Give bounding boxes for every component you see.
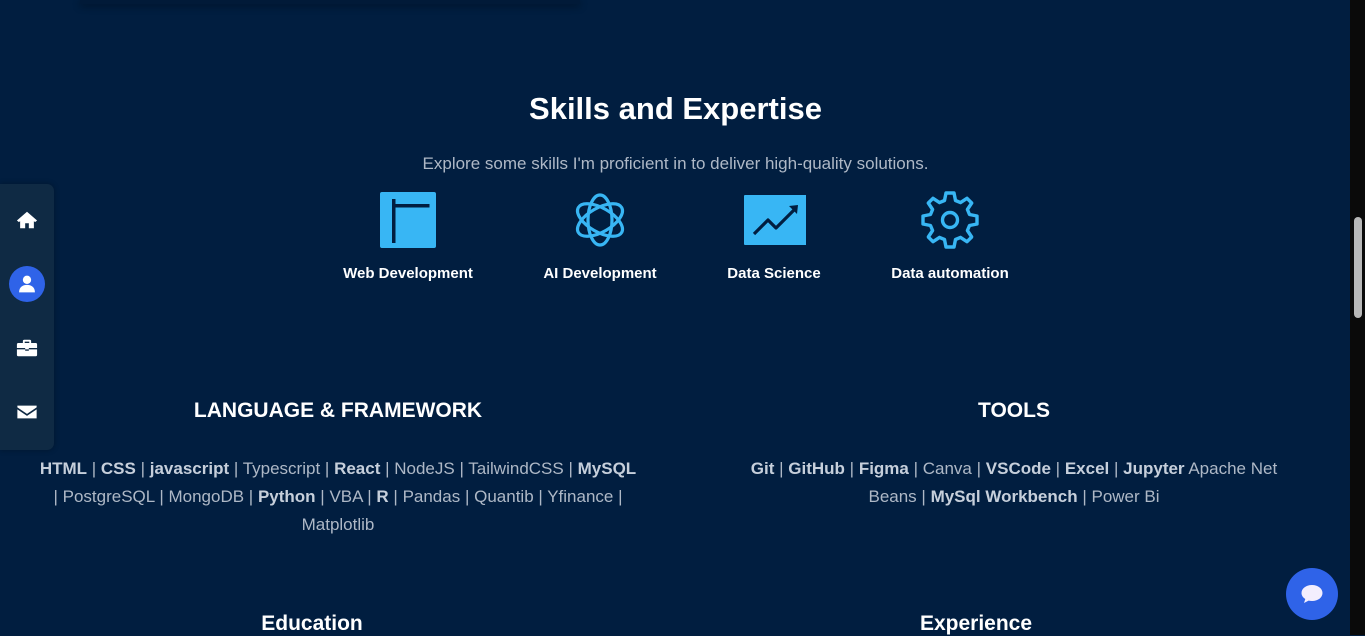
skill-label: Web Development [343, 265, 473, 282]
user-icon [19, 275, 35, 293]
separator: | [563, 459, 578, 478]
skill-tag: R [376, 487, 389, 506]
skill-tag: MySql Workbench [930, 487, 1078, 506]
languages-list: HTML | CSS | javascript | Typescript | R… [38, 455, 638, 539]
home-icon [16, 211, 38, 229]
skill-tag: javascript [149, 459, 230, 478]
nav-home-button[interactable] [9, 202, 45, 238]
separator: | [454, 459, 469, 478]
separator: | [135, 459, 150, 478]
separator: | [315, 487, 330, 506]
skill-tag: Matplotlib [301, 515, 375, 534]
skill-tag: Python [257, 487, 316, 506]
separator: | [844, 459, 859, 478]
skill-tag: Pandas [402, 487, 461, 506]
languages-title: LANGUAGE & FRAMEWORK [193, 399, 483, 422]
skill-card-ai: AI Development [515, 190, 685, 282]
skill-tag: Yfinance [547, 487, 614, 506]
skill-tag: VBA [329, 487, 363, 506]
separator: | [53, 487, 63, 506]
skill-tag: NodeJS [394, 459, 455, 478]
separator: | [388, 487, 403, 506]
section-subtitle: Explore some skills I'm proficient in to… [422, 154, 929, 173]
chat-bubble-icon [1301, 585, 1323, 603]
skill-tag: Quantib [474, 487, 534, 506]
section-title: Skills and Expertise [529, 91, 822, 126]
experience-title: Experience [919, 612, 1033, 635]
skill-tag: MySQL [577, 459, 637, 478]
openai-knot-icon [575, 193, 625, 247]
separator: | [971, 459, 986, 478]
skill-card-automation: Data automation [865, 190, 1035, 282]
skill-tag: VSCode [985, 459, 1051, 478]
separator: | [87, 459, 101, 478]
separator: | [774, 459, 789, 478]
skill-label: Data Science [727, 265, 821, 282]
skill-tag: CSS [100, 459, 136, 478]
skill-label: Data automation [891, 265, 1009, 282]
skill-tag: Figma [858, 459, 909, 478]
skill-tag: Jupyter [1123, 459, 1185, 478]
separator: | [533, 487, 548, 506]
separator: | [1109, 459, 1124, 478]
separator: | [362, 487, 377, 506]
skill-tag: TailwindCSS [468, 459, 564, 478]
separator: | [154, 487, 169, 506]
tools-list: Git | GitHub | Figma | Canva | VSCode | … [734, 455, 1294, 511]
skill-tag: Canva [922, 459, 972, 478]
chart-line-icon [744, 195, 806, 245]
page-scrollbar[interactable] [1350, 0, 1365, 635]
skill-label: AI Development [543, 265, 657, 282]
education-title: Education [261, 612, 363, 635]
separator: | [916, 487, 931, 506]
separator: | [1077, 487, 1092, 506]
skill-card-web: Web Development [323, 190, 493, 282]
header-shadow [80, 0, 580, 4]
layout-panel-icon [380, 192, 436, 248]
separator: | [613, 487, 623, 506]
skill-tag: PostgreSQL [62, 487, 155, 506]
skill-tag: Typescript [242, 459, 321, 478]
skill-tag: MongoDB [168, 487, 245, 506]
envelope-icon [17, 405, 37, 419]
separator: | [320, 459, 335, 478]
gear-icon [921, 191, 979, 249]
briefcase-icon [16, 339, 38, 357]
chat-button[interactable] [1286, 568, 1338, 620]
nav-about-button[interactable] [9, 266, 45, 302]
nav-projects-button[interactable] [9, 330, 45, 366]
separator: | [908, 459, 923, 478]
separator: | [244, 487, 258, 506]
skill-tag: HTML [39, 459, 88, 478]
skill-tag: Excel [1064, 459, 1110, 478]
separator: | [460, 487, 475, 506]
scrollbar-thumb[interactable] [1354, 217, 1362, 318]
separator: | [229, 459, 243, 478]
skill-tag: Power Bi [1091, 487, 1160, 506]
skill-tag: GitHub [788, 459, 845, 478]
skill-card-data-science: Data Science [689, 190, 859, 282]
separator: | [1050, 459, 1065, 478]
skill-tag: Git [750, 459, 775, 478]
separator: | [380, 459, 395, 478]
tools-title: TOOLS [978, 399, 1050, 422]
skill-tag: React [334, 459, 381, 478]
